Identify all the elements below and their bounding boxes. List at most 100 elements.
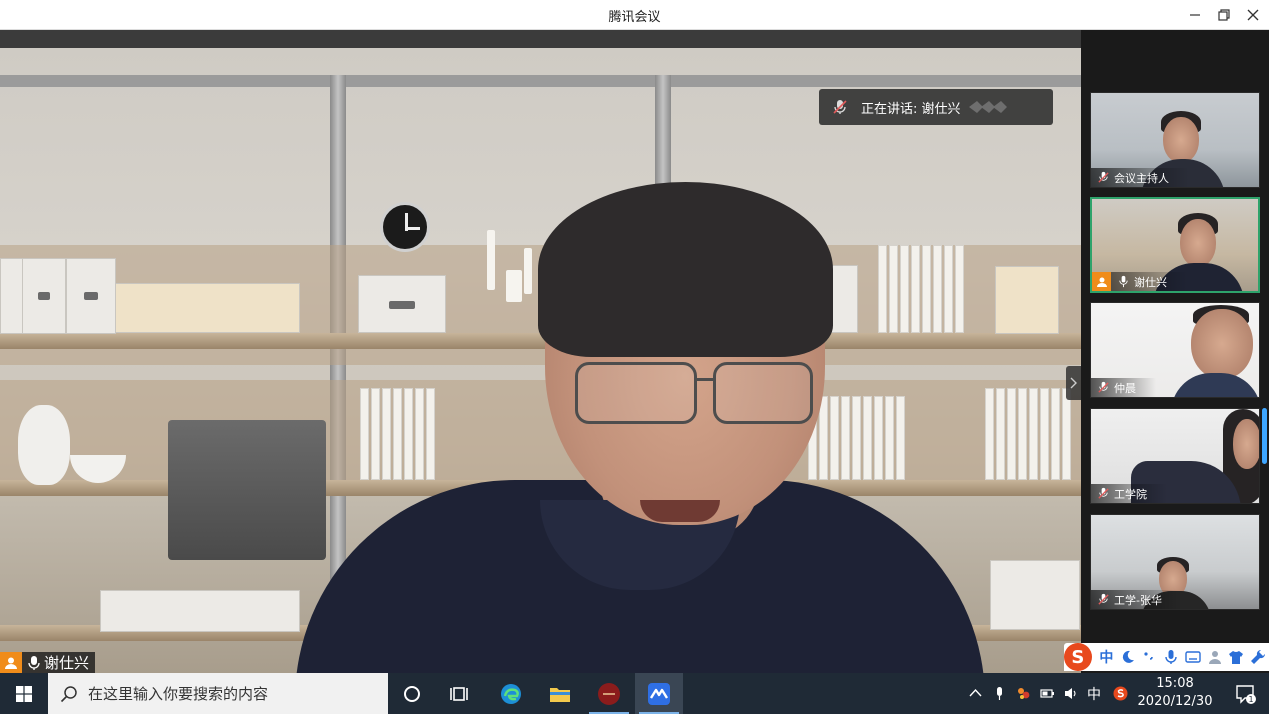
close-icon <box>1247 9 1259 21</box>
keyboard-icon[interactable] <box>1182 646 1204 668</box>
participant-name: 谢仕兴 <box>1134 275 1167 289</box>
participant-label: 工学-张华 <box>1091 590 1182 609</box>
mic-muted-icon <box>833 100 847 114</box>
speaking-text: 正在讲话: 谢仕兴 <box>861 98 961 117</box>
tencent-meeting-button[interactable] <box>635 673 683 714</box>
candle <box>487 230 495 290</box>
sogou-logo-icon[interactable]: S <box>1064 643 1092 671</box>
mic-muted-icon <box>1098 487 1109 499</box>
close-button[interactable] <box>1238 0 1268 30</box>
shelf-back <box>0 380 1081 490</box>
edge-browser-button[interactable] <box>487 673 535 714</box>
host-badge <box>0 652 22 673</box>
windows-logo-icon <box>16 685 32 702</box>
halfwidth-moon-icon[interactable] <box>1117 646 1139 668</box>
notification-count: 1 <box>1248 695 1253 704</box>
microphone-icon <box>996 687 1002 700</box>
audio-wave-icon <box>968 101 1007 113</box>
cortana-button[interactable] <box>388 673 436 714</box>
participant-label: 仲晨 <box>1091 378 1156 397</box>
participant-label: 谢仕兴 <box>1092 272 1187 291</box>
participant-tile[interactable]: 工学院 <box>1090 408 1260 504</box>
chevron-right-icon <box>1070 377 1077 389</box>
action-center-button[interactable]: 1 <box>1222 673 1269 714</box>
storage-drawers <box>100 590 300 632</box>
participant-tile[interactable]: 工学-张华 <box>1090 514 1260 610</box>
clock-date: 2020/12/30 <box>1137 694 1213 709</box>
vase <box>18 405 70 485</box>
glasses-bridge <box>695 378 715 381</box>
host-badge <box>1092 272 1111 291</box>
book-row <box>360 388 435 480</box>
storage-drawers <box>990 560 1080 630</box>
mic-muted-icon <box>1098 593 1109 605</box>
participant-tile-active[interactable]: 谢仕兴 <box>1090 197 1260 293</box>
speaker-volume-icon <box>1064 688 1076 699</box>
participant-name: 工学-张华 <box>1114 593 1162 607</box>
taskbar-clock[interactable]: 15:08 2020/12/30 <box>1135 675 1215 713</box>
tray-input-mode[interactable]: 中 <box>1083 673 1105 714</box>
ime-toolbar: S 中 <box>1064 643 1269 671</box>
panel-scrollbar[interactable] <box>1262 408 1267 464</box>
laptop <box>168 420 326 560</box>
tray-volume[interactable] <box>1060 673 1082 714</box>
storage-box <box>66 258 116 334</box>
minimize-button[interactable] <box>1180 0 1210 30</box>
app-red-icon <box>598 682 620 705</box>
participant-name: 仲晨 <box>1114 381 1136 395</box>
user-center-icon[interactable] <box>1204 646 1226 668</box>
mic-muted-icon <box>1098 381 1109 393</box>
window-title: 腾讯会议 <box>608 10 661 25</box>
mic-icon <box>28 655 40 670</box>
glasses-lens-left <box>575 362 697 424</box>
speaking-indicator: 正在讲话: 谢仕兴 <box>819 89 1053 125</box>
participant-tile[interactable]: 仲晨 <box>1090 302 1260 398</box>
start-button[interactable] <box>0 673 48 714</box>
tencent-meeting-icon <box>648 682 670 705</box>
app-red-button[interactable] <box>585 673 633 714</box>
ime-mode-toggle[interactable]: 中 <box>1096 646 1118 668</box>
candle <box>506 270 522 302</box>
tray-battery[interactable] <box>1036 673 1058 714</box>
restore-button[interactable] <box>1209 0 1239 30</box>
mic-muted-icon <box>1098 171 1109 183</box>
expand-panel-button[interactable] <box>1066 366 1081 400</box>
participant-name: 会议主持人 <box>1114 171 1169 185</box>
file-explorer-button[interactable] <box>536 673 584 714</box>
speaker-hair <box>538 182 833 357</box>
main-video-view[interactable]: 正在讲话: 谢仕兴 <box>0 30 1081 673</box>
main-speaker-label: 谢仕兴 <box>0 652 96 673</box>
tray-sogou[interactable] <box>1108 673 1132 714</box>
voice-input-icon[interactable] <box>1161 646 1183 668</box>
wall-clock <box>380 202 430 252</box>
book-row <box>985 388 1071 480</box>
storage-box <box>358 275 446 333</box>
host-user-icon <box>1096 277 1107 287</box>
tray-overflow-button[interactable] <box>964 673 986 714</box>
windows-taskbar: 在这里输入你要搜索的内容 中 15:08 2020/12/30 1 <box>0 673 1269 714</box>
skin-shirt-icon[interactable] <box>1226 646 1248 668</box>
stacked-books <box>995 266 1059 334</box>
main-speaker-name: 谢仕兴 <box>44 654 90 672</box>
taskbar-search-box[interactable]: 在这里输入你要搜索的内容 <box>48 673 388 714</box>
book-row <box>878 245 964 333</box>
task-view-icon <box>450 686 468 701</box>
tray-app-icon[interactable] <box>1012 673 1034 714</box>
colorful-app-icon <box>1017 688 1029 699</box>
title-bar: 腾讯会议 <box>0 0 1269 30</box>
book-row <box>808 396 905 480</box>
notification-icon: 1 <box>1235 684 1256 704</box>
search-icon <box>60 685 77 702</box>
participant-tile[interactable]: 会议主持人 <box>1090 92 1260 188</box>
host-user-icon <box>5 657 17 669</box>
glasses-lens-right <box>713 362 813 424</box>
task-view-button[interactable] <box>436 673 484 714</box>
sogou-ime-icon <box>1113 686 1127 701</box>
storage-box <box>22 258 66 334</box>
restore-icon <box>1218 9 1230 21</box>
punctuation-icon[interactable] <box>1139 646 1161 668</box>
participant-label: 工学院 <box>1091 484 1167 503</box>
tools-wrench-icon[interactable] <box>1247 646 1269 668</box>
minimize-icon <box>1190 14 1200 16</box>
tray-microphone[interactable] <box>988 673 1010 714</box>
